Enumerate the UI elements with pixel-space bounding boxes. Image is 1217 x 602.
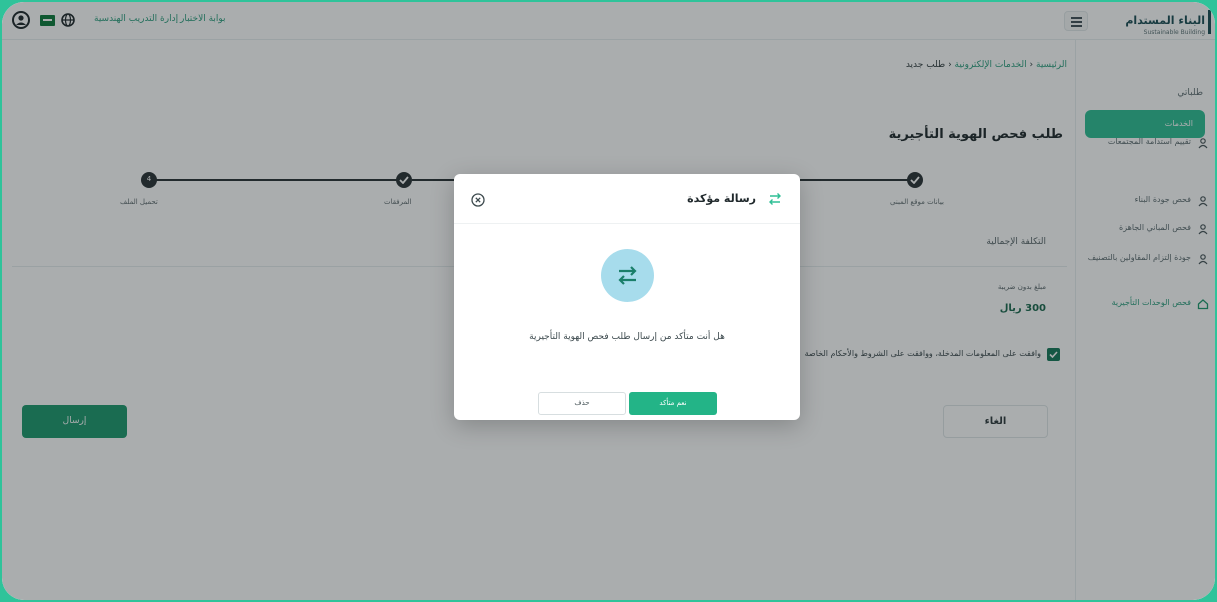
modal-cancel-button[interactable]: حذف (538, 392, 626, 415)
modal-header: رسالة مؤكدة (454, 174, 800, 224)
transfer-icon (769, 193, 781, 205)
confirm-button[interactable]: نعم متأكد (629, 392, 717, 415)
close-icon[interactable] (471, 193, 485, 207)
app-frame: إدارة التدريب الهندسية بوابة الاختبار ال… (2, 2, 1215, 600)
modal-message: هل أنت متأكد من إرسال طلب فحص الهوية الت… (529, 332, 725, 342)
modal-transfer-icon (601, 249, 654, 302)
confirmation-modal: رسالة مؤكدة هل أنت متأكد من إرسال طلب فح… (454, 174, 800, 420)
modal-title: رسالة مؤكدة (687, 192, 756, 205)
